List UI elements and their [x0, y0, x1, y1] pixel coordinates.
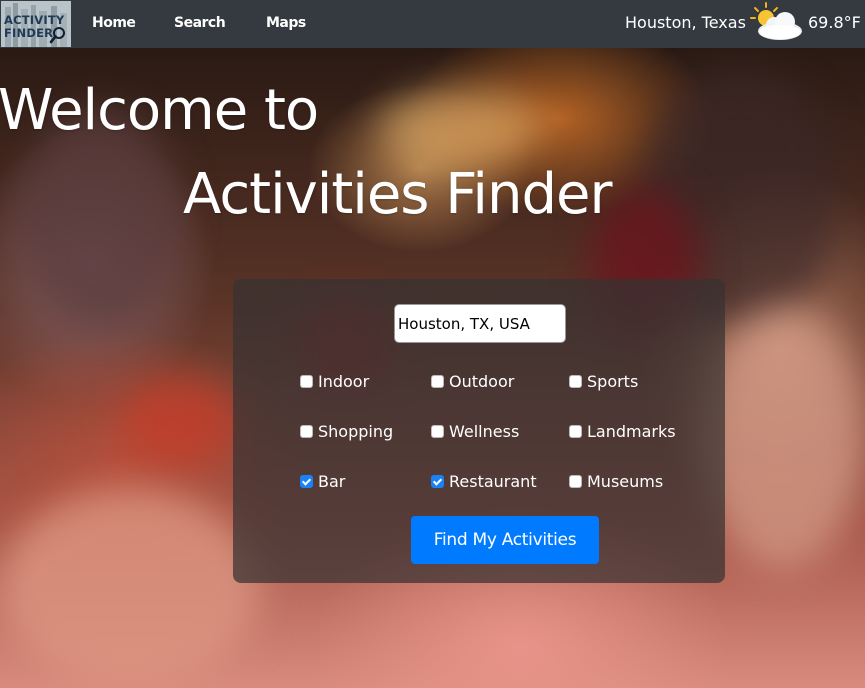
museums-checkbox[interactable] — [569, 475, 582, 488]
option-sports[interactable]: Sports — [569, 372, 638, 391]
nav-link-search[interactable]: Search — [174, 15, 226, 31]
option-label: Shopping — [318, 422, 394, 441]
option-bar[interactable]: Bar — [300, 472, 345, 491]
sports-checkbox[interactable] — [569, 375, 582, 388]
option-label: Wellness — [449, 422, 520, 441]
option-restaurant[interactable]: Restaurant — [431, 472, 537, 491]
partly-cloudy-icon — [750, 2, 802, 40]
shopping-checkbox[interactable] — [300, 425, 313, 438]
hero-title-line2: Activities Finder — [183, 162, 612, 227]
restaurant-checkbox[interactable] — [431, 475, 444, 488]
magnifier-icon — [49, 27, 65, 44]
option-wellness[interactable]: Wellness — [431, 422, 519, 441]
option-label: Restaurant — [449, 472, 537, 491]
find-activities-button[interactable]: Find My Activities — [411, 516, 599, 564]
option-outdoor[interactable]: Outdoor — [431, 372, 514, 391]
nav-link-maps[interactable]: Maps — [266, 15, 306, 31]
landmarks-checkbox[interactable] — [569, 425, 582, 438]
logo-text-line1: ACTIVITY — [4, 13, 65, 27]
option-label: Sports — [587, 372, 639, 391]
outdoor-checkbox[interactable] — [431, 375, 444, 388]
wellness-checkbox[interactable] — [431, 425, 444, 438]
activity-finder-logo[interactable]: ACTIVITY FINDER — [1, 1, 71, 47]
bar-checkbox[interactable] — [300, 475, 313, 488]
logo-text-line2: FINDER — [4, 26, 54, 40]
indoor-checkbox[interactable] — [300, 375, 313, 388]
option-shopping[interactable]: Shopping — [300, 422, 393, 441]
navbar: ACTIVITY FINDER Home Search Maps Houston… — [0, 0, 865, 48]
weather-city: Houston, Texas — [625, 13, 746, 32]
location-input[interactable] — [394, 304, 566, 343]
option-landmarks[interactable]: Landmarks — [569, 422, 676, 441]
weather-temperature: 69.8°F — [808, 13, 861, 32]
option-label: Landmarks — [587, 422, 676, 441]
hero-title-line1: Welcome to — [0, 78, 319, 143]
option-label: Bar — [318, 472, 346, 491]
nav-link-home[interactable]: Home — [92, 15, 136, 31]
option-label: Museums — [587, 472, 664, 491]
option-museums[interactable]: Museums — [569, 472, 663, 491]
option-label: Outdoor — [449, 372, 515, 391]
option-label: Indoor — [318, 372, 370, 391]
option-indoor[interactable]: Indoor — [300, 372, 369, 391]
